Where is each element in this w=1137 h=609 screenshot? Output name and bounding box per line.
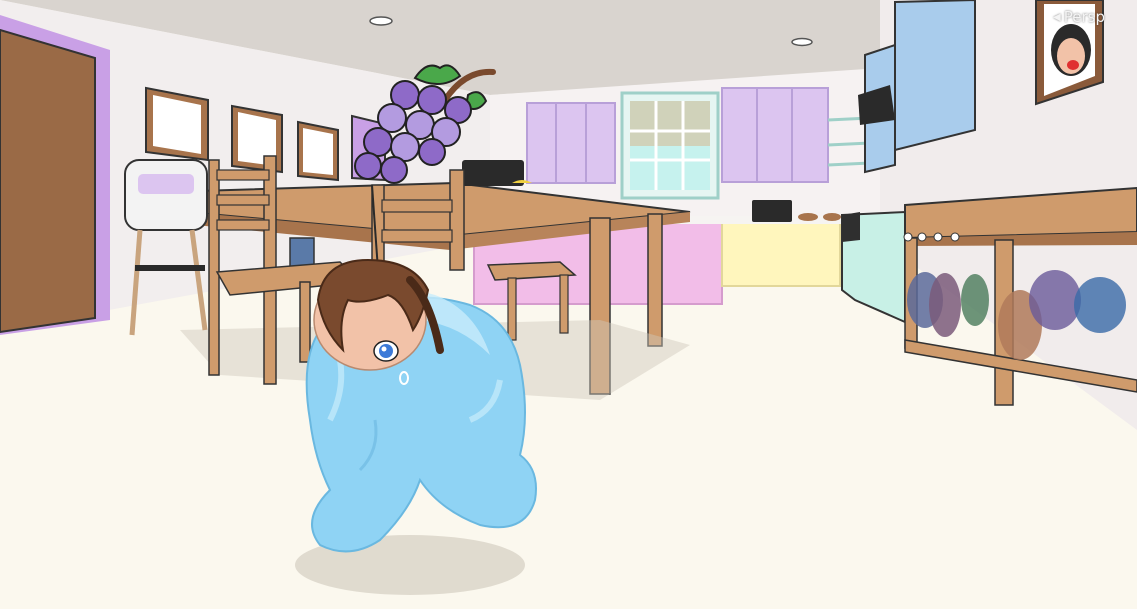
projection-label: Persp xyxy=(1063,8,1105,26)
game-viewport[interactable]: ◀ Persp xyxy=(0,0,1137,609)
ceiling-light xyxy=(791,37,813,47)
triangle-left-icon: ◀ xyxy=(1053,12,1061,23)
projection-toggle[interactable]: ◀ Persp xyxy=(1053,8,1105,26)
door[interactable] xyxy=(0,28,96,334)
kitchen-scene[interactable] xyxy=(0,0,1137,609)
ceiling-light xyxy=(369,16,393,26)
